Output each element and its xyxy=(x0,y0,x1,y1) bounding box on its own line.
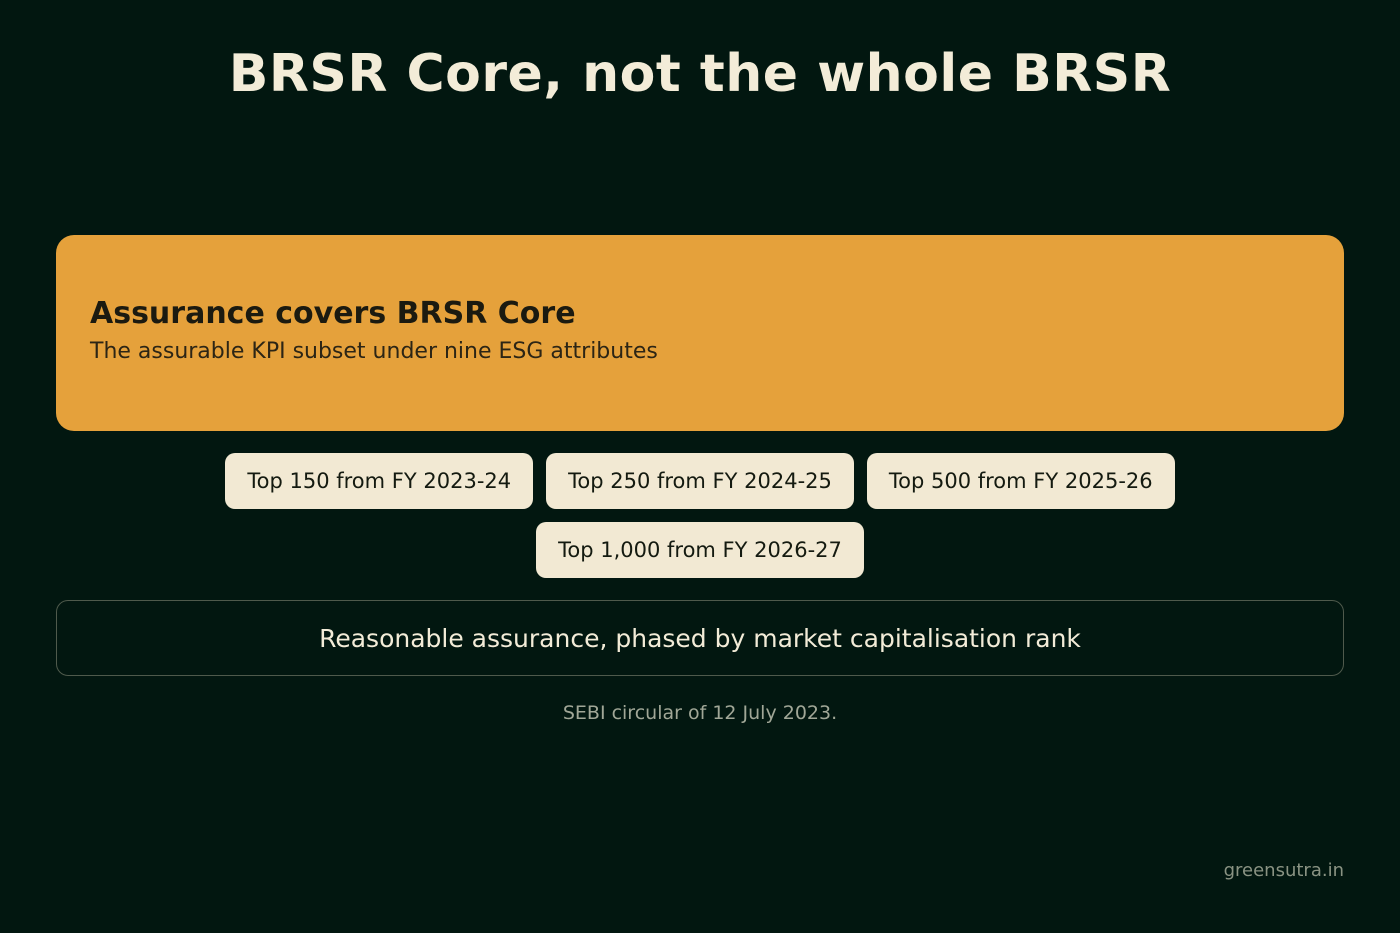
assurance-card: Assurance covers BRSR Core The assurable… xyxy=(56,235,1344,431)
phase-pill-top-150: Top 150 from FY 2023-24 xyxy=(225,453,534,509)
source-note: SEBI circular of 12 July 2023. xyxy=(562,702,838,724)
card-heading: Assurance covers BRSR Core xyxy=(90,296,576,331)
phase-pill-top-500: Top 500 from FY 2025-26 xyxy=(866,453,1175,509)
phase-row-1: Top 150 from FY 2023-24 Top 250 from FY … xyxy=(0,453,1400,509)
page-title: BRSR Core, not the whole BRSR xyxy=(228,44,1172,104)
phase-pill-top-1000: Top 1,000 from FY 2026-27 xyxy=(536,522,864,578)
card-subheading: The assurable KPI subset under nine ESG … xyxy=(90,339,658,364)
summary-bar: Reasonable assurance, phased by market c… xyxy=(56,600,1344,676)
phase-pill-top-250: Top 250 from FY 2024-25 xyxy=(546,453,854,509)
phase-row-2: Top 1,000 from FY 2026-27 xyxy=(0,522,1400,578)
site-credit: greensutra.in xyxy=(1223,860,1344,881)
